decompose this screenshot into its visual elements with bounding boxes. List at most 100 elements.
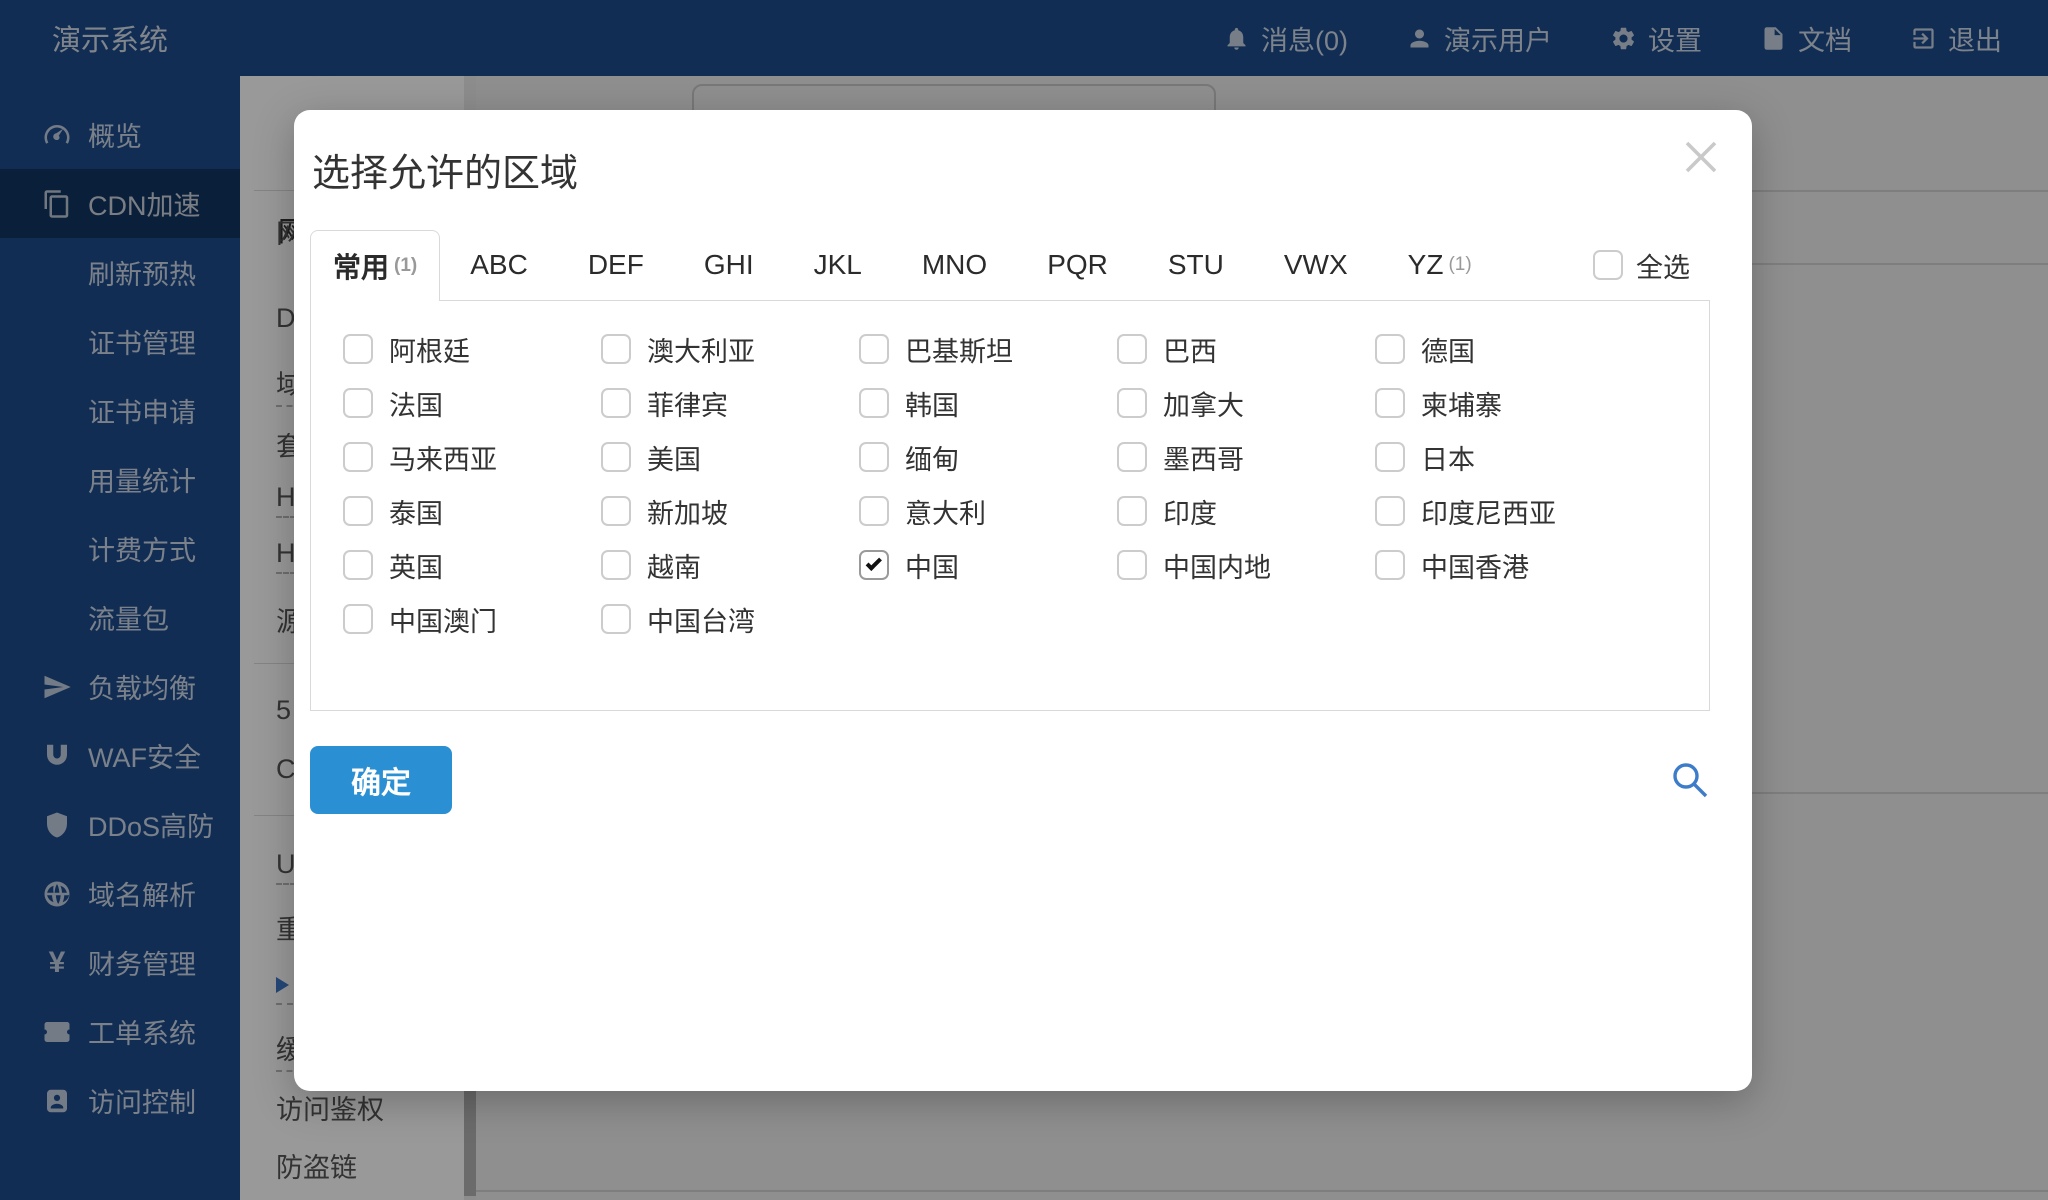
- checkbox[interactable]: [343, 604, 373, 634]
- region-option-意大利[interactable]: 意大利: [859, 496, 1117, 529]
- region-option-韩国[interactable]: 韩国: [859, 388, 1117, 421]
- region-option-巴西[interactable]: 巴西: [1117, 334, 1375, 367]
- select-all-label: 全选: [1636, 252, 1690, 283]
- region-option-新加坡[interactable]: 新加坡: [601, 496, 859, 529]
- region-label: 阿根廷: [389, 336, 470, 367]
- tab-STU[interactable]: STU: [1138, 230, 1254, 300]
- region-option-墨西哥[interactable]: 墨西哥: [1117, 442, 1375, 475]
- region-label: 柬埔寨: [1421, 390, 1502, 421]
- checkbox[interactable]: [601, 496, 631, 526]
- region-option-印度尼西亚[interactable]: 印度尼西亚: [1375, 496, 1633, 529]
- region-label: 澳大利亚: [647, 336, 755, 367]
- region-label: 巴基斯坦: [905, 336, 1013, 367]
- region-option-德国[interactable]: 德国: [1375, 334, 1633, 367]
- region-option-泰国[interactable]: 泰国: [343, 496, 601, 529]
- checkbox[interactable]: [343, 496, 373, 526]
- region-option-中国香港[interactable]: 中国香港: [1375, 550, 1633, 583]
- region-option-中国澳门[interactable]: 中国澳门: [343, 604, 601, 637]
- close-icon[interactable]: [1672, 128, 1730, 186]
- checkbox[interactable]: [1375, 442, 1405, 472]
- region-option-日本[interactable]: 日本: [1375, 442, 1633, 475]
- region-option-中国台湾[interactable]: 中国台湾: [601, 604, 859, 637]
- confirm-button[interactable]: 确定: [310, 746, 452, 814]
- checkbox[interactable]: [859, 442, 889, 472]
- region-option-加拿大[interactable]: 加拿大: [1117, 388, 1375, 421]
- region-tabs: 常用 (1) ABC DEF GHI JKL MNO PQR STU VWX YZ (1) 全选: [310, 230, 1710, 301]
- tab-label: VWX: [1283, 249, 1348, 280]
- region-select-modal: 选择允许的区域 常用 (1) ABC DEF GHI JKL MNO PQR STU VWX YZ(…: [294, 110, 1752, 1091]
- checkbox[interactable]: [859, 496, 889, 526]
- region-label: 意大利: [905, 498, 986, 529]
- region-option-中国内地[interactable]: 中国内地: [1117, 550, 1375, 583]
- region-option-法国[interactable]: 法国: [343, 388, 601, 421]
- region-label: 中国内地: [1163, 552, 1271, 583]
- checkbox[interactable]: [1117, 496, 1147, 526]
- search-icon[interactable]: [1668, 758, 1712, 802]
- region-label: 中国: [905, 552, 959, 583]
- region-label: 马来西亚: [389, 444, 497, 475]
- region-option-马来西亚[interactable]: 马来西亚: [343, 442, 601, 475]
- region-label: 墨西哥: [1163, 444, 1244, 475]
- region-label: 越南: [647, 552, 701, 583]
- checkbox[interactable]: [1375, 334, 1405, 364]
- checkbox-checked[interactable]: [859, 550, 889, 580]
- checkbox[interactable]: [1117, 442, 1147, 472]
- tab-VWX[interactable]: VWX: [1254, 230, 1378, 300]
- select-all-checkbox[interactable]: 全选: [1593, 230, 1690, 300]
- tab-ABC[interactable]: ABC: [440, 230, 558, 300]
- region-label: 日本: [1421, 444, 1475, 475]
- checkbox[interactable]: [1375, 496, 1405, 526]
- tab-YZ[interactable]: YZ (1): [1378, 230, 1502, 300]
- region-option-越南[interactable]: 越南: [601, 550, 859, 583]
- tab-label: GHI: [703, 249, 754, 280]
- checkbox[interactable]: [859, 334, 889, 364]
- region-option-英国[interactable]: 英国: [343, 550, 601, 583]
- region-label: 印度: [1163, 498, 1217, 529]
- region-label: 印度尼西亚: [1421, 498, 1556, 529]
- region-label: 中国澳门: [389, 606, 497, 637]
- tab-count: (1): [1448, 254, 1472, 275]
- checkbox[interactable]: [343, 442, 373, 472]
- region-option-缅甸[interactable]: 缅甸: [859, 442, 1117, 475]
- region-list: 阿根廷 澳大利亚 巴基斯坦 巴西 德国法国 菲律宾 韩国 加拿大 柬埔寨马来西亚 美国 缅甸 墨西哥 日…: [343, 334, 1709, 637]
- region-option-印度[interactable]: 印度: [1117, 496, 1375, 529]
- checkbox[interactable]: [1593, 250, 1623, 280]
- tab-label: JKL: [813, 249, 862, 280]
- tab-常用[interactable]: 常用 (1): [310, 230, 441, 301]
- tab-MNO[interactable]: MNO: [892, 230, 1017, 300]
- tab-label: STU: [1167, 249, 1224, 280]
- checkbox[interactable]: [343, 388, 373, 418]
- checkbox[interactable]: [859, 388, 889, 418]
- checkbox[interactable]: [1117, 550, 1147, 580]
- modal-title: 选择允许的区域: [312, 153, 579, 195]
- region-label: 中国台湾: [647, 606, 755, 637]
- checkbox[interactable]: [343, 550, 373, 580]
- region-option-美国[interactable]: 美国: [601, 442, 859, 475]
- region-label: 泰国: [389, 498, 443, 529]
- checkbox[interactable]: [343, 334, 373, 364]
- region-option-柬埔寨[interactable]: 柬埔寨: [1375, 388, 1633, 421]
- checkbox[interactable]: [1117, 388, 1147, 418]
- checkbox[interactable]: [601, 334, 631, 364]
- tab-JKL[interactable]: JKL: [784, 230, 892, 300]
- tab-DEF[interactable]: DEF: [558, 230, 674, 300]
- region-label: 缅甸: [905, 444, 959, 475]
- tab-count: (1): [394, 255, 418, 276]
- checkbox[interactable]: [601, 388, 631, 418]
- region-option-中国[interactable]: 中国: [859, 550, 1117, 583]
- tab-PQR[interactable]: PQR: [1017, 230, 1138, 300]
- region-option-巴基斯坦[interactable]: 巴基斯坦: [859, 334, 1117, 367]
- checkbox[interactable]: [601, 442, 631, 472]
- checkbox[interactable]: [601, 604, 631, 634]
- region-label: 新加坡: [647, 498, 728, 529]
- region-option-菲律宾[interactable]: 菲律宾: [601, 388, 859, 421]
- region-label: 中国香港: [1421, 552, 1529, 583]
- checkbox[interactable]: [1375, 550, 1405, 580]
- tab-GHI[interactable]: GHI: [674, 230, 784, 300]
- checkbox[interactable]: [1117, 334, 1147, 364]
- region-option-阿根廷[interactable]: 阿根廷: [343, 334, 601, 367]
- region-label: 法国: [389, 390, 443, 421]
- checkbox[interactable]: [601, 550, 631, 580]
- region-option-澳大利亚[interactable]: 澳大利亚: [601, 334, 859, 367]
- checkbox[interactable]: [1375, 388, 1405, 418]
